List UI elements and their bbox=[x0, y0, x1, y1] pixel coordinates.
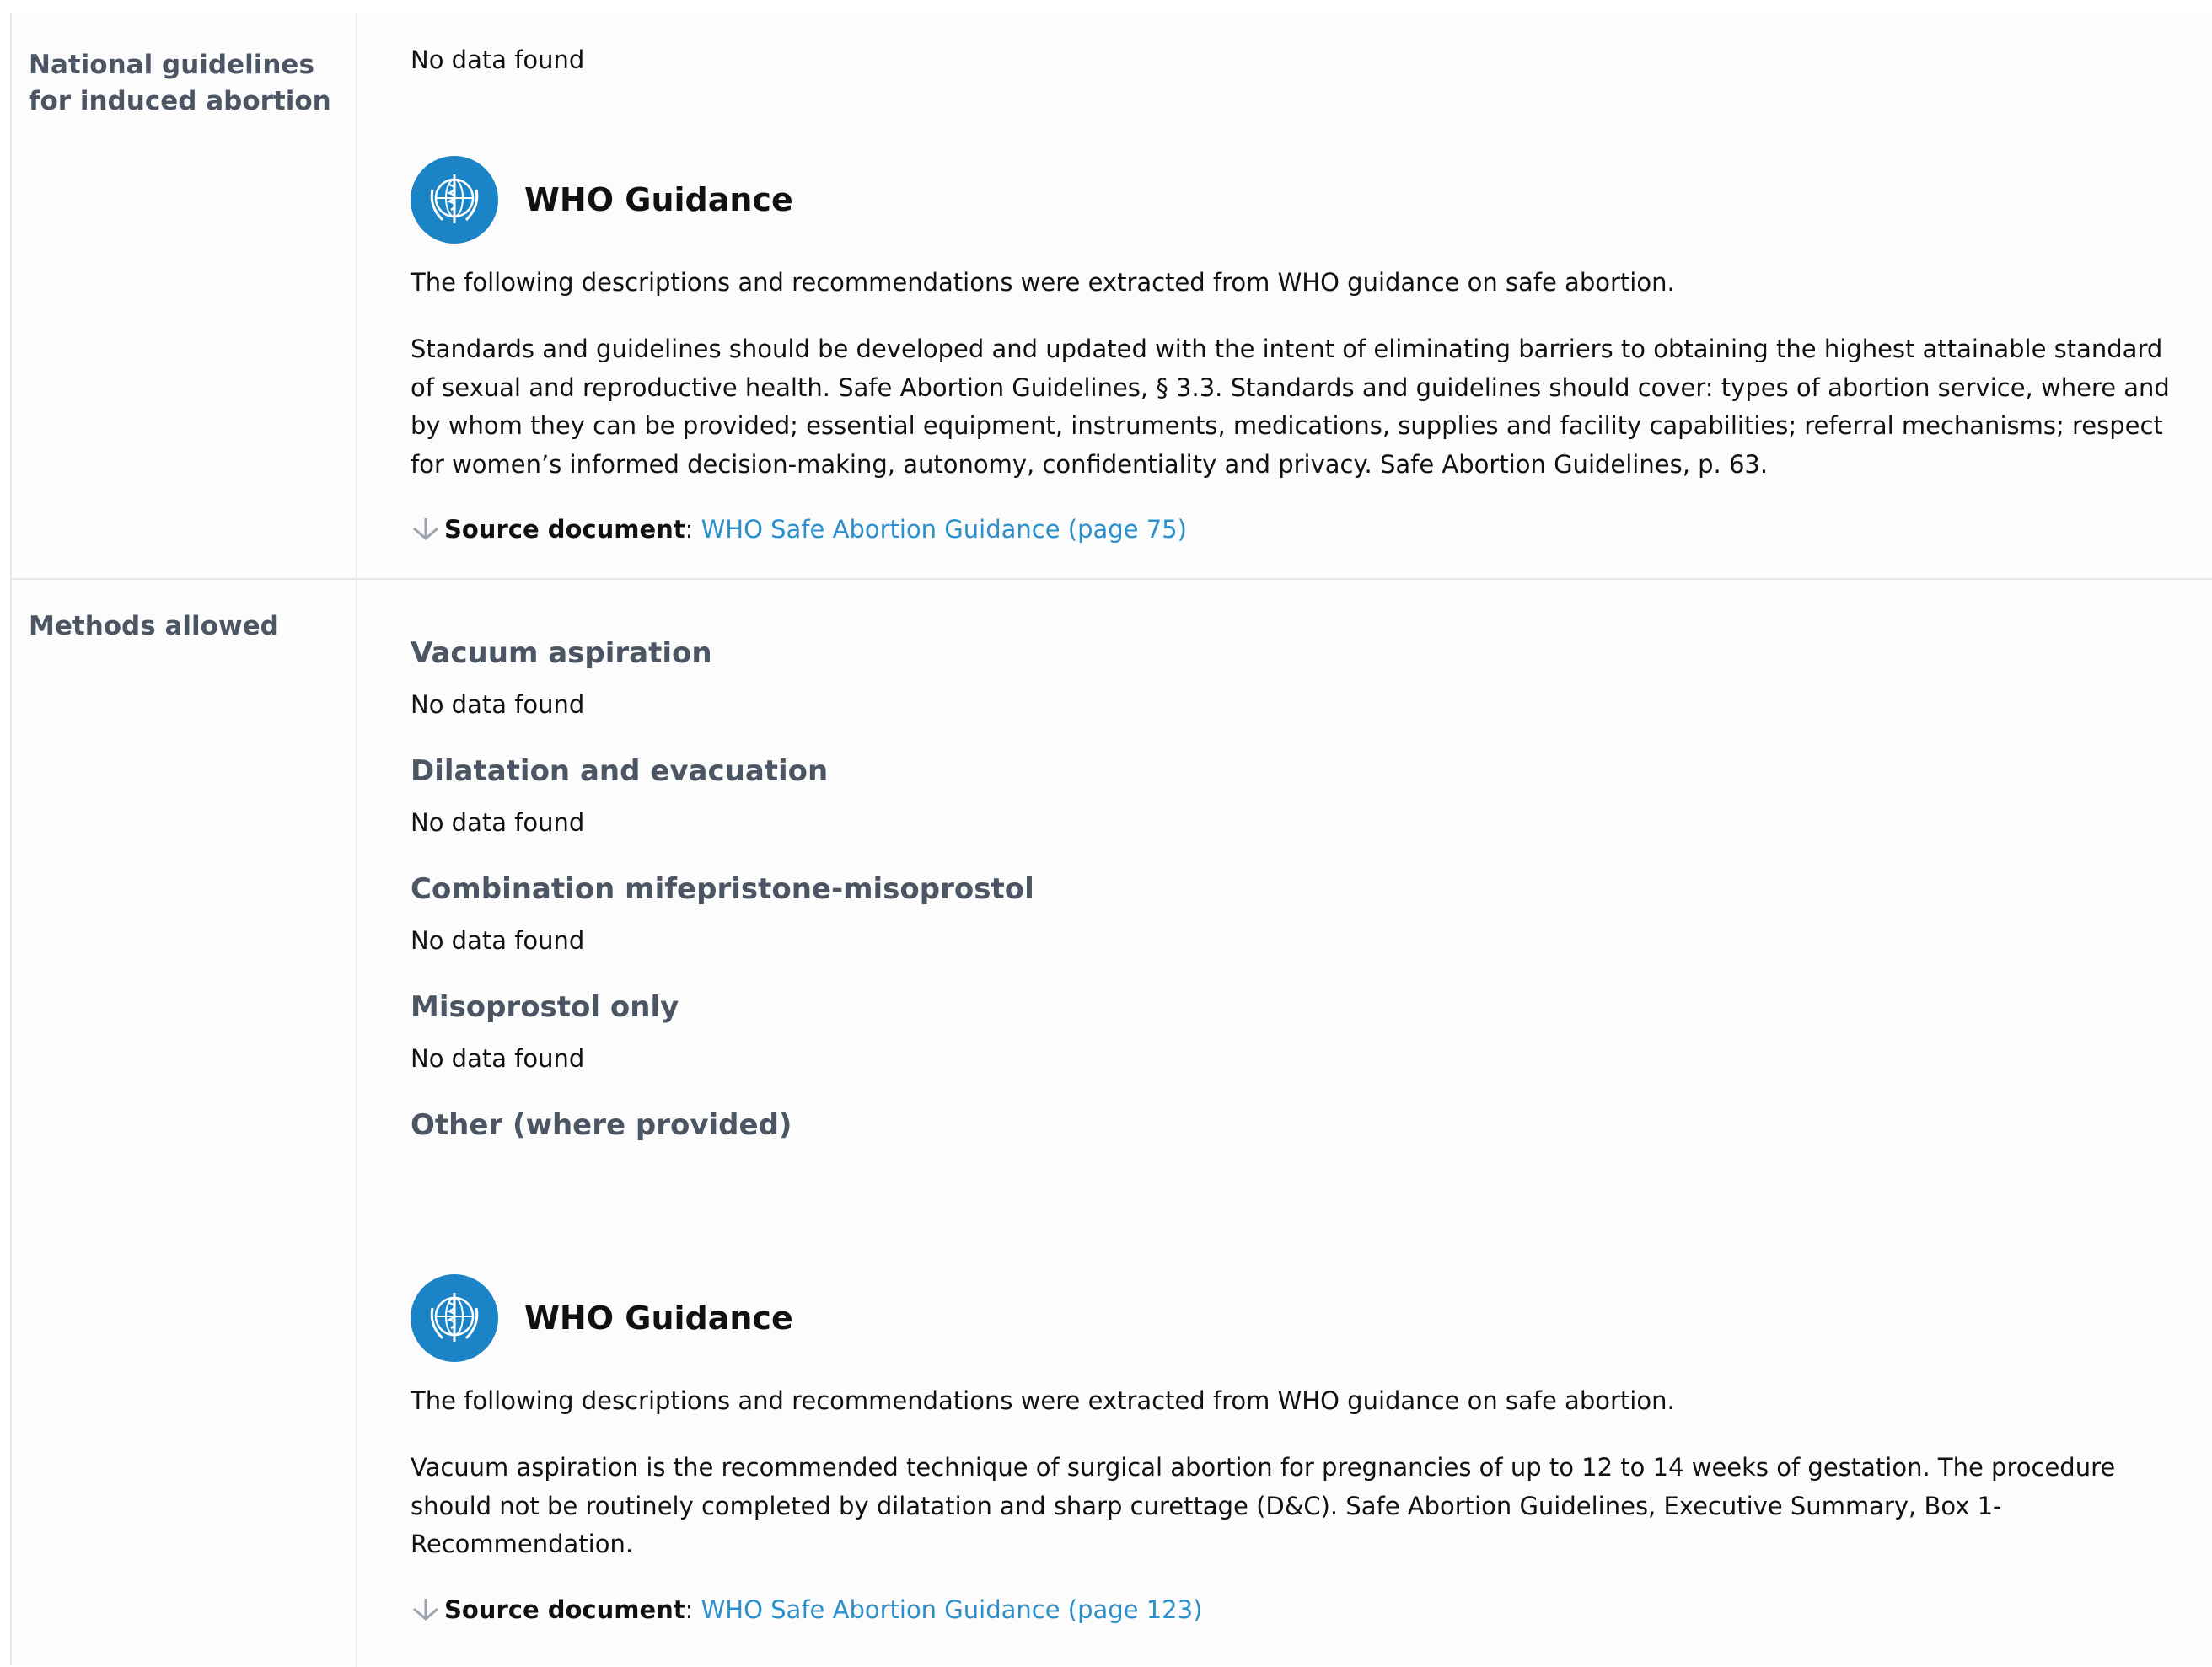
method-value-vacuum-aspiration: No data found bbox=[411, 690, 585, 719]
who-body-text: Vacuum aspiration is the recommended tec… bbox=[411, 1453, 2116, 1558]
source-document-label: Source document bbox=[444, 1595, 685, 1624]
method-heading-vacuum-aspiration: Vacuum aspiration bbox=[411, 636, 712, 670]
who-emblem-icon bbox=[411, 1274, 498, 1362]
country-profile-table: National guidelines for induced abortion… bbox=[10, 13, 2212, 1667]
source-separator: : bbox=[685, 1595, 694, 1624]
row-label-cell: National guidelines for induced abortion bbox=[12, 13, 357, 578]
who-guidance-title: WHO Guidance bbox=[524, 1300, 793, 1337]
row-content: Vacuum aspiration No data found Dilatati… bbox=[411, 580, 2172, 1667]
source-document-label: Source document bbox=[444, 515, 685, 544]
source-document-link[interactable]: WHO Safe Abortion Guidance (page 123) bbox=[701, 1595, 1203, 1624]
method-value-misoprostol-only: No data found bbox=[411, 1044, 585, 1073]
who-intro-text: The following descriptions and recommend… bbox=[411, 1386, 1675, 1415]
national-data-value: No data found bbox=[411, 46, 585, 74]
source-document-link[interactable]: WHO Safe Abortion Guidance (page 75) bbox=[701, 515, 1187, 544]
row-content: No data found WHO Guidance The following… bbox=[411, 13, 2172, 578]
source-document-line: Source document: WHO Safe Abortion Guida… bbox=[407, 1591, 1202, 1630]
source-document-line: Source document: WHO Safe Abortion Guida… bbox=[407, 511, 1187, 549]
download-arrow-icon[interactable] bbox=[407, 510, 444, 547]
download-arrow-icon[interactable] bbox=[407, 1590, 444, 1627]
method-heading-dilatation-evacuation: Dilatation and evacuation bbox=[411, 754, 829, 788]
row-label: National guidelines for induced abortion bbox=[29, 50, 331, 116]
who-emblem-icon bbox=[411, 156, 498, 244]
source-separator: : bbox=[685, 515, 694, 544]
who-guidance-title: WHO Guidance bbox=[524, 181, 793, 218]
method-heading-misoprostol-only: Misoprostol only bbox=[411, 990, 679, 1024]
row-label: Methods allowed bbox=[29, 611, 279, 641]
method-heading-mifepristone-misoprostol: Combination mifepristone-misoprostol bbox=[411, 872, 1034, 906]
method-value-dilatation-evacuation: No data found bbox=[411, 808, 585, 837]
table-row-methods-allowed: Methods allowed Vacuum aspiration No dat… bbox=[12, 580, 2212, 1667]
table-row-national-guidelines: National guidelines for induced abortion… bbox=[12, 13, 2212, 580]
method-heading-other: Other (where provided) bbox=[411, 1108, 792, 1142]
who-intro-text: The following descriptions and recommend… bbox=[411, 268, 1675, 297]
method-value-mifepristone-misoprostol: No data found bbox=[411, 926, 585, 955]
who-body-text: Standards and guidelines should be devel… bbox=[411, 335, 2170, 479]
row-label-cell: Methods allowed bbox=[12, 580, 357, 1667]
